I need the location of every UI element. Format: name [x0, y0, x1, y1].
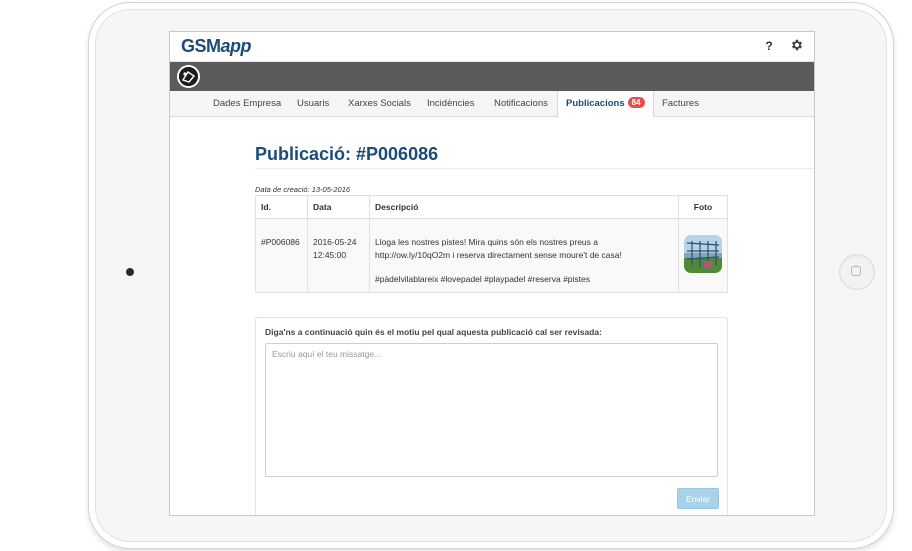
publicacions-count-badge: 84 — [627, 97, 645, 108]
tab-notificacions[interactable]: Notificacions — [494, 91, 548, 117]
tab-xarxes-socials[interactable]: Xarxes Socials — [348, 91, 411, 117]
column-header-data: Data — [307, 195, 370, 219]
description-line-2: http://ow.ly/10qO2m i reserva directamen… — [375, 249, 622, 260]
logo-prefix: GSM — [181, 36, 221, 56]
description-hashtags: #pàdelvilablareix #lovepadel #playpadel … — [375, 274, 591, 284]
table-header-row: Id. Data Descripció Foto — [255, 195, 728, 219]
cell-date: 2016-05-24 12:45:00 — [307, 218, 370, 293]
column-header-descripcio: Descripció — [369, 195, 679, 219]
top-bar: GSMapp ? — [170, 32, 814, 62]
tab-dades-empresa[interactable]: Dades Empresa — [213, 91, 281, 117]
app-logo[interactable]: GSMapp — [181, 36, 252, 57]
main-tabs: Dades Empresa Usuaris Xarxes Socials Inc… — [170, 91, 814, 118]
description-line-1: Lloga les nostres pistes! Mira quins són… — [375, 237, 599, 247]
cell-photo — [678, 218, 728, 293]
cell-date-day: 2016-05-24 — [313, 237, 357, 247]
publication-table: Id. Data Descripció Foto #P006086 2016-0… — [255, 195, 728, 293]
send-button[interactable]: Enviar — [677, 488, 719, 509]
tablet-camera — [126, 268, 134, 276]
table-row: #P006086 2016-05-24 12:45:00 Lloga les n… — [255, 218, 728, 293]
account-bar — [170, 62, 814, 91]
tab-factures[interactable]: Factures — [662, 91, 699, 117]
title-divider — [255, 168, 814, 169]
tab-incidencies[interactable]: Incidències — [427, 91, 475, 117]
logo-suffix: app — [220, 36, 252, 56]
tab-publicacions[interactable]: Publicacions 84 — [557, 91, 654, 118]
tab-usuaris[interactable]: Usuaris — [297, 91, 329, 117]
tab-publicacions-label: Publicacions — [566, 98, 625, 109]
cell-description: Lloga les nostres pistes! Mira quins són… — [369, 218, 679, 293]
help-button[interactable]: ? — [762, 38, 776, 54]
avatar[interactable] — [177, 65, 200, 88]
gear-icon[interactable] — [790, 38, 806, 54]
cell-date-time: 12:45:00 — [313, 249, 347, 260]
review-form: Diga'ns a continuació quin és el motiu p… — [255, 317, 728, 515]
cell-id: #P006086 — [255, 218, 308, 293]
creation-date: Data de creació: 13-05-2016 — [255, 185, 351, 194]
app-screen: GSMapp ? Dades Empresa Usuaris Xarxes So… — [169, 31, 815, 516]
post-photo-thumbnail[interactable] — [684, 234, 722, 273]
tablet-home-button — [839, 254, 875, 290]
main-content: Publicació: #P006086 Data de creació: 13… — [255, 117, 814, 515]
column-header-foto: Foto — [678, 195, 728, 219]
review-reason-label: Diga'ns a continuació quin és el motiu p… — [265, 327, 602, 337]
page-title: Publicació: #P006086 — [255, 144, 439, 164]
column-header-id: Id. — [255, 195, 308, 219]
review-message-input[interactable] — [265, 343, 718, 477]
